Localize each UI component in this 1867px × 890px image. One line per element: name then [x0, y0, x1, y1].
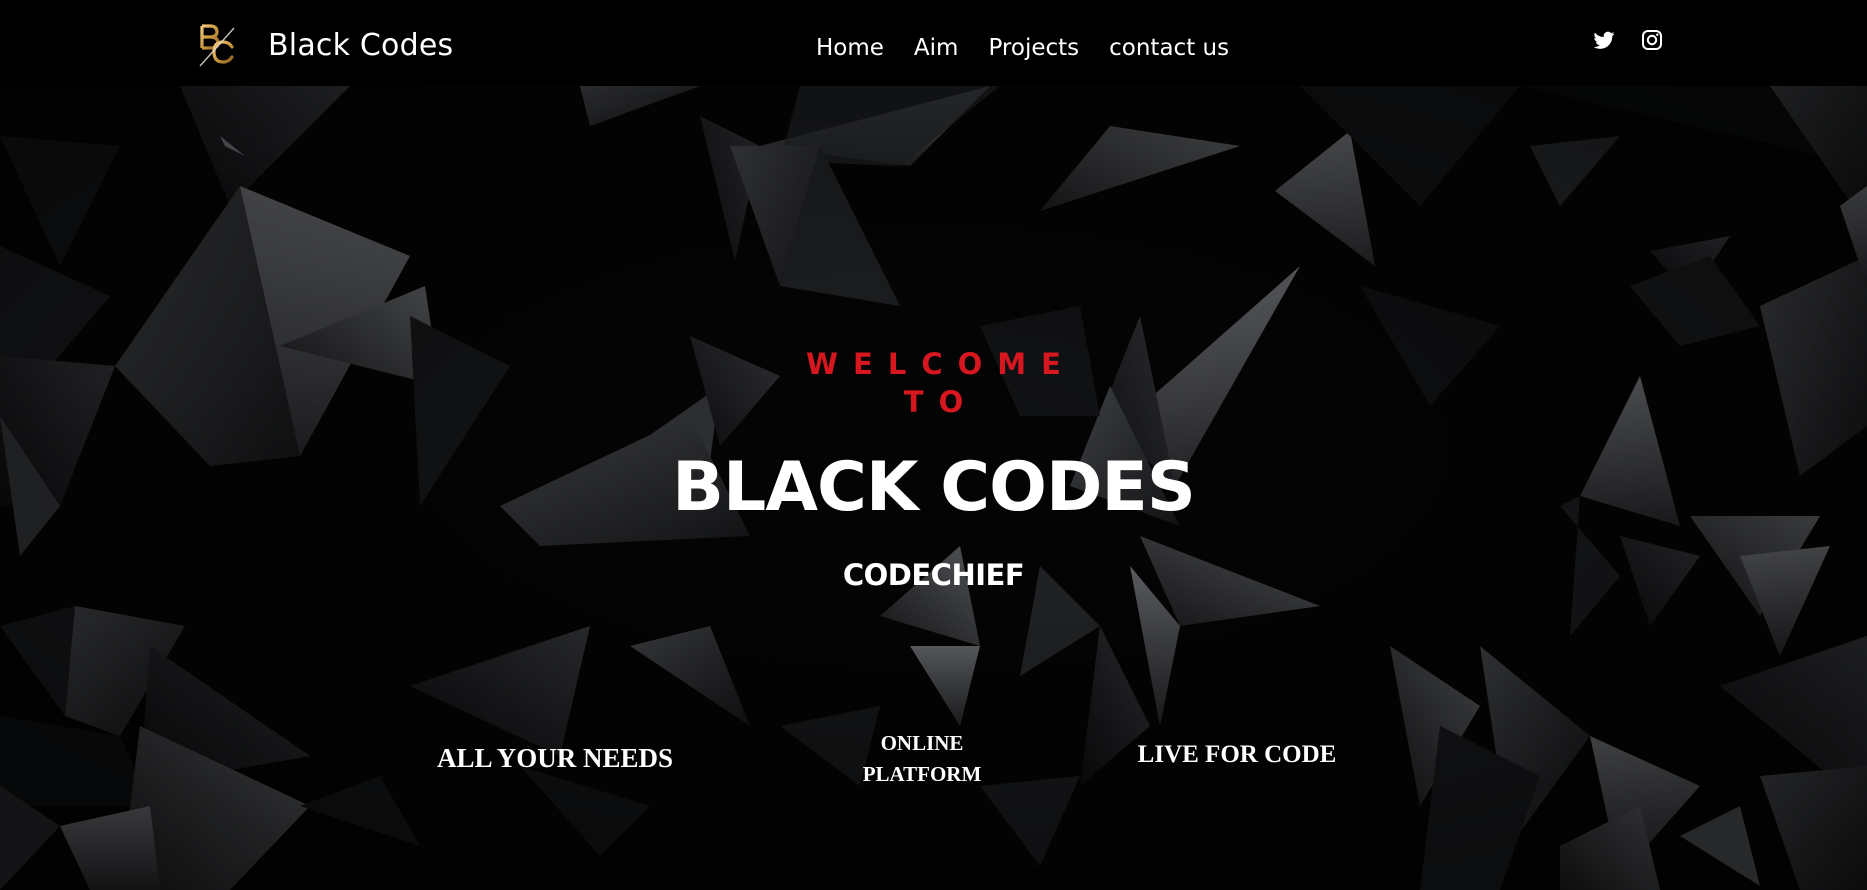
page: Black Codes Home Aim Projects contact us — [0, 0, 1867, 890]
hero-section: WELCOME TO BLACK CODES CODECHIEF ALL YOU… — [0, 86, 1867, 890]
logo-icon — [196, 22, 238, 68]
nav-home-link[interactable]: Home — [816, 30, 899, 66]
nav-aim-link[interactable]: Aim — [914, 30, 974, 66]
top-navbar: Black Codes Home Aim Projects contact us — [0, 0, 1867, 86]
feature-online-platform: ONLINE PLATFORM — [822, 728, 1022, 790]
twitter-icon — [1592, 28, 1616, 52]
hero-subtitle: CODECHIEF — [842, 558, 1025, 592]
feature-online-line-2: PLATFORM — [862, 762, 982, 786]
nav-projects-link[interactable]: Projects — [988, 30, 1094, 66]
welcome-heading: WELCOME TO — [0, 345, 1867, 421]
feature-online-line-1: ONLINE — [880, 731, 964, 755]
instagram-link[interactable] — [1640, 28, 1664, 52]
feature-live-for-code: LIVE FOR CODE — [1137, 741, 1337, 768]
welcome-line-1: WELCOME — [806, 347, 1076, 381]
welcome-line-2: TO — [903, 385, 979, 419]
feature-all-your-needs: ALL YOUR NEEDS — [436, 743, 674, 773]
brand-link[interactable]: Black Codes — [196, 20, 453, 70]
nav-contact-link[interactable]: contact us — [1109, 30, 1229, 66]
main-nav: Home Aim Projects contact us — [816, 30, 1229, 66]
social-links — [1592, 28, 1664, 52]
brand-name: Black Codes — [268, 27, 454, 63]
hero-title: BLACK CODES — [672, 448, 1196, 527]
twitter-link[interactable] — [1592, 28, 1616, 52]
instagram-icon — [1640, 28, 1664, 52]
